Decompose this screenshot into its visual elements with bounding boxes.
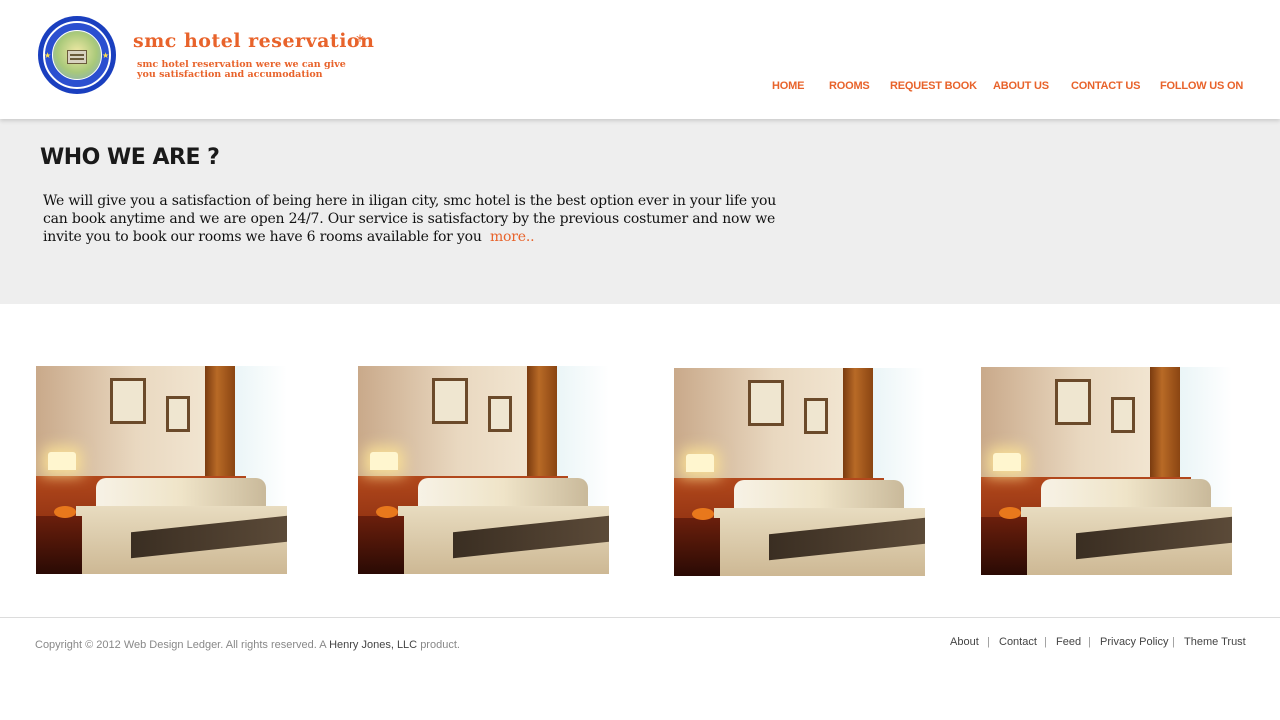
room-flowers [999,507,1021,519]
footer-separator: | [1172,636,1175,648]
room-picture-frame [748,380,784,426]
logo-building-icon [67,50,87,64]
star-icon: ★ [102,51,110,60]
copyright-suffix: product. [420,639,460,651]
footer-link-privacy-policy[interactable]: Privacy Policy [1100,636,1168,648]
room-photo[interactable] [36,366,287,574]
college-logo[interactable]: ★ ★ [38,16,116,94]
nav-contact-us[interactable]: CONTACT US [1071,80,1140,92]
footer-separator: | [1088,636,1091,648]
copyright-prefix: Copyright © 2012 Web Design Ledger. All … [35,639,327,651]
tagline-line-2: you satisfaction and accumodation [137,69,323,80]
room-flowers [692,508,714,520]
footer-separator: | [1044,636,1047,648]
footer-link-feed[interactable]: Feed [1056,636,1081,648]
section-title: WHO WE ARE ? [40,145,220,170]
who-we-are-section: WHO WE ARE ? We will give you a satisfac… [0,119,1280,304]
room-picture-frame [804,398,828,434]
site-title[interactable]: smc hotel reservation [133,30,374,52]
room-flowers [376,506,398,518]
nav-request-book[interactable]: REQUEST BOOK [890,80,977,92]
room-picture-frame [110,378,146,424]
room-picture-frame [1055,379,1091,425]
footer-link-contact[interactable]: Contact [999,636,1037,648]
room-lamp [993,453,1021,471]
room-lamp [686,454,714,472]
room-picture-frame [432,378,468,424]
room-picture-frame [1111,397,1135,433]
room-lamp [48,452,76,470]
nav-follow-us[interactable]: FOLLOW US ON [1160,80,1243,92]
star-icon: ★ [44,51,52,60]
room-picture-frame [166,396,190,432]
nav-rooms[interactable]: ROOMS [829,80,870,92]
nav-about-us[interactable]: ABOUT US [993,80,1049,92]
nav-home[interactable]: HOME [772,80,804,92]
room-photo[interactable] [674,368,925,576]
about-body: We will give you a satisfaction of being… [43,193,777,245]
room-nightstand [358,516,404,574]
copyright-text: Copyright © 2012 Web Design Ledger. All … [35,639,460,651]
room-lamp [370,452,398,470]
room-photo[interactable] [981,367,1232,575]
footer-link-about[interactable]: About [950,636,979,648]
footer-divider [0,617,1280,618]
title-asterisk: * [356,31,364,50]
more-link[interactable]: more.. [490,229,535,245]
site-tagline: smc hotel reservation were we can give y… [137,60,367,80]
room-picture-frame [488,396,512,432]
room-nightstand [674,518,720,576]
footer-separator: | [987,636,990,648]
company-link[interactable]: Henry Jones, LLC [329,639,417,651]
footer-link-theme-trust[interactable]: Theme Trust [1184,636,1246,648]
room-nightstand [36,516,82,574]
about-text: We will give you a satisfaction of being… [43,192,803,246]
room-nightstand [981,517,1027,575]
room-photo[interactable] [358,366,609,574]
room-flowers [54,506,76,518]
site-header: ★ ★ smc hotel reservation * smc hotel re… [0,0,1280,119]
